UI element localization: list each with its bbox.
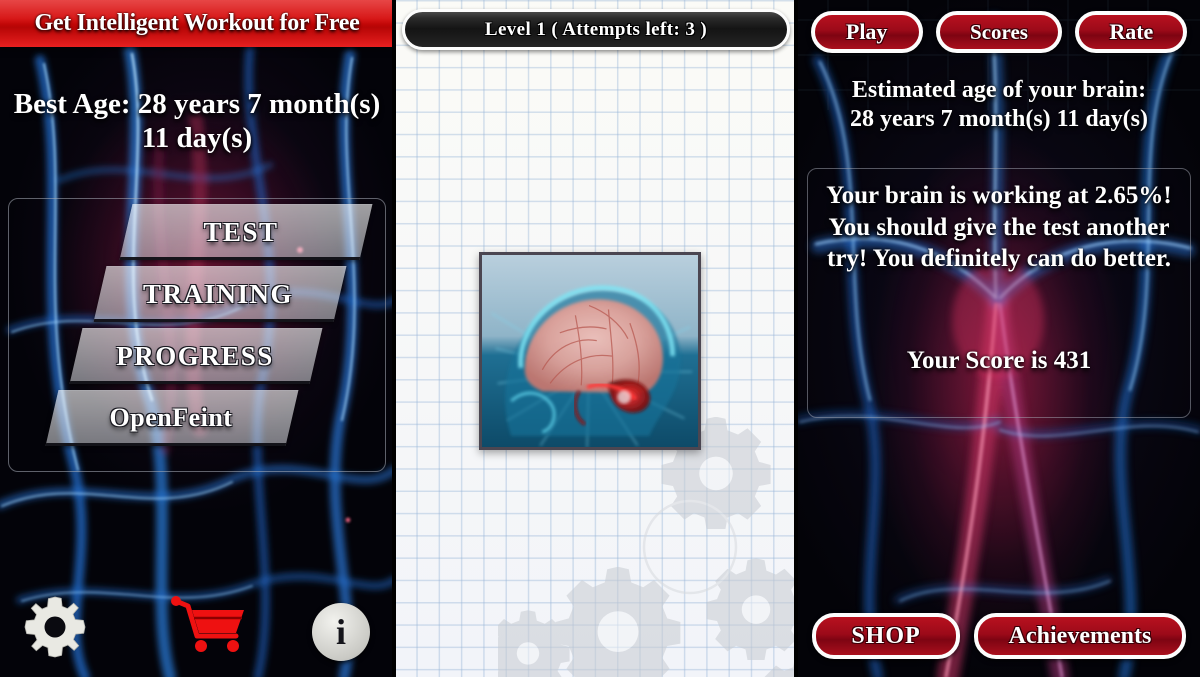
rate-button[interactable]: Rate (1075, 11, 1188, 53)
estimated-age-value: 28 years 7 month(s) 11 day(s) (850, 106, 1148, 133)
estimated-age-title: Estimated age of your brain: (851, 77, 1147, 103)
info-icon-glyph: i (335, 612, 346, 652)
menu-item-progress[interactable]: PROGRESS (69, 328, 323, 384)
results-bottom-toolbar: SHOP Achievements (798, 612, 1200, 660)
level-status-pill: Level 1 ( Attempts left: 3 ) (402, 9, 790, 50)
brain-card[interactable] (479, 252, 701, 450)
ad-banner-text: Get Intelligent Workout for Free (34, 10, 360, 36)
shopping-cart-icon[interactable] (170, 595, 250, 657)
rate-button-label: Rate (1109, 19, 1154, 44)
results-top-toolbar: Play Scores Rate (798, 6, 1200, 58)
gameplay-panel: Level 1 ( Attempts left: 3 ) (394, 0, 798, 677)
menu-item-label: TRAINING (142, 278, 294, 309)
menu-item-test[interactable]: TEST (119, 204, 373, 260)
estimated-age-block: Estimated age of your brain: 28 years 7 … (802, 76, 1196, 135)
level-status-text: Level 1 ( Attempts left: 3 ) (484, 18, 708, 40)
gears-decoration (498, 417, 798, 677)
best-age-label: Best Age: 28 years 7 month(s) 11 day(s) (13, 88, 381, 154)
screenshot-stage: Get Intelligent Workout for Free Best Ag… (0, 0, 1200, 677)
menu-item-training[interactable]: TRAINING (93, 266, 347, 322)
menu-item-label: PROGRESS (116, 340, 274, 371)
result-message: Your brain is working at 2.65%! You shou… (826, 182, 1172, 272)
brain-xray-image (482, 255, 698, 447)
achievements-button-label: Achievements (1008, 622, 1152, 649)
menu-item-openfeint[interactable]: OpenFeint (45, 390, 299, 446)
main-menu-list: TEST TRAINING PROGRESS OpenFeint (8, 198, 386, 472)
shop-button-label: SHOP (851, 622, 921, 649)
play-button[interactable]: Play (810, 11, 923, 53)
ad-banner[interactable]: Get Intelligent Workout for Free (0, 0, 394, 47)
menu-item-label: TEST (203, 216, 279, 247)
results-panel: Play Scores Rate Estimated age of your b… (798, 0, 1200, 677)
shop-button[interactable]: SHOP (812, 613, 960, 659)
scores-button[interactable]: Scores (935, 11, 1062, 53)
main-menu-panel: Get Intelligent Workout for Free Best Ag… (0, 0, 394, 677)
menu-item-label: OpenFeint (109, 403, 233, 432)
gear-icon[interactable] (23, 595, 87, 659)
panel-divider-1 (392, 0, 396, 677)
play-button-label: Play (845, 19, 888, 44)
achievements-button[interactable]: Achievements (974, 613, 1186, 659)
scores-button-label: Scores (970, 19, 1028, 44)
bottom-dock: i (0, 585, 394, 677)
info-icon[interactable]: i (312, 603, 370, 661)
panel-divider-2 (794, 0, 798, 677)
result-score: Your Score is 431 (906, 347, 1092, 374)
